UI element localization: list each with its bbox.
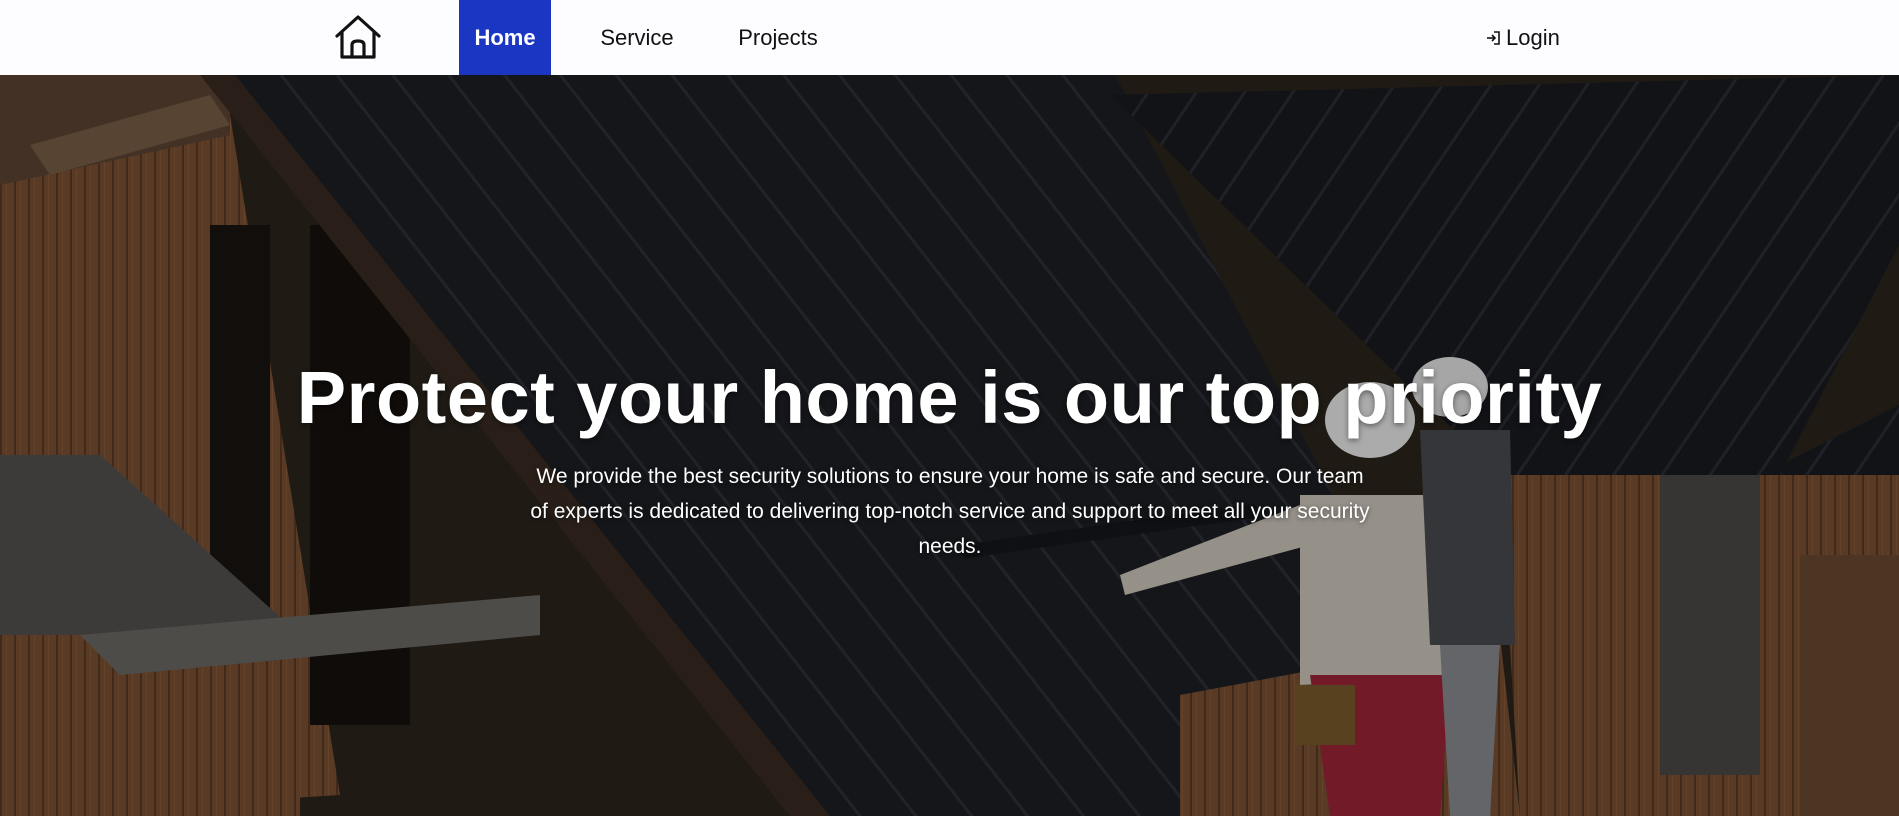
login-arrow-icon (1484, 29, 1502, 47)
hero-title: Protect your home is our top priority (296, 356, 1603, 439)
hero-overlay (0, 75, 1899, 816)
hero-section: Protect your home is our top priority We… (0, 75, 1899, 816)
nav-home-link[interactable]: Home (459, 0, 551, 75)
page: Home Service Projects Login Protect your… (0, 0, 1899, 816)
nav-service-link[interactable]: Service (591, 0, 683, 75)
nav-projects-link[interactable]: Projects (730, 0, 826, 75)
top-navbar: Home Service Projects Login (0, 0, 1899, 75)
login-label: Login (1506, 25, 1560, 50)
login-button[interactable]: Login (1484, 0, 1560, 75)
house-icon[interactable] (333, 13, 383, 61)
hero-subtitle: We provide the best security solutions t… (530, 465, 1370, 558)
